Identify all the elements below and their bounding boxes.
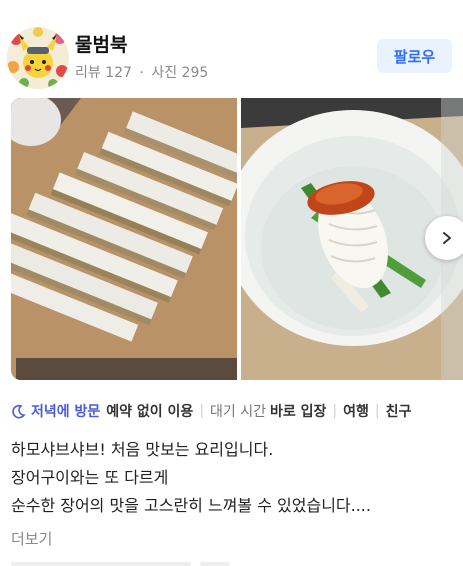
review-line: 순수한 장어의 맛을 고스란히 느껴볼 수 있었습니다.... bbox=[11, 496, 371, 515]
eel-sashimi-photo[interactable] bbox=[11, 98, 237, 380]
review-header: 물범북 리뷰 127 · 사진 295 팔로우 bbox=[0, 0, 463, 92]
pikachu-flower-avatar-icon bbox=[7, 27, 69, 89]
reservation-tag: 예약 없이 이용 bbox=[106, 404, 194, 420]
user-name[interactable]: 물범북 bbox=[75, 30, 127, 57]
photo-carousel[interactable] bbox=[11, 98, 463, 380]
wait-time-tag: 바로 입장 bbox=[270, 404, 327, 420]
companion-tag: 친구 bbox=[385, 404, 412, 420]
wait-time-label: 대기 시간 bbox=[210, 404, 267, 420]
more-button[interactable]: 더보기 bbox=[11, 528, 52, 549]
purpose-tag: 여행 bbox=[343, 404, 369, 420]
tag-separator: | bbox=[374, 403, 380, 419]
tag-separator: | bbox=[332, 403, 338, 419]
visit-time-tag: 저녁에 방문 bbox=[31, 404, 101, 420]
review-text[interactable]: 하모샤브샤브! 처음 맛보는 요리입니다. 장어구이와는 또 다르게 순수한 장… bbox=[11, 436, 371, 520]
next-photo-button[interactable] bbox=[425, 216, 463, 260]
photo-count-label: 사진 bbox=[151, 65, 178, 81]
photo-count: 295 bbox=[181, 65, 209, 81]
divider bbox=[11, 562, 191, 566]
user-stats: 리뷰 127 · 사진 295 bbox=[75, 62, 208, 82]
eel-sashimi-image bbox=[11, 98, 237, 380]
follow-button[interactable]: 팔로우 bbox=[377, 39, 452, 73]
divider bbox=[200, 562, 230, 566]
avatar[interactable] bbox=[7, 27, 69, 89]
tag-separator: | bbox=[199, 403, 205, 419]
review-line: 장어구이와는 또 다르게 bbox=[11, 468, 169, 487]
chevron-right-icon bbox=[443, 232, 451, 244]
visit-tags: 저녁에 방문 예약 없이 이용 | 대기 시간 바로 입장 | 여행 | 친구 bbox=[11, 401, 411, 421]
review-line: 하모샤브샤브! 처음 맛보는 요리입니다. bbox=[11, 440, 274, 459]
stats-separator: · bbox=[139, 65, 144, 81]
review-count: 127 bbox=[105, 65, 132, 81]
moon-icon bbox=[11, 404, 26, 419]
review-count-label: 리뷰 bbox=[75, 65, 101, 81]
